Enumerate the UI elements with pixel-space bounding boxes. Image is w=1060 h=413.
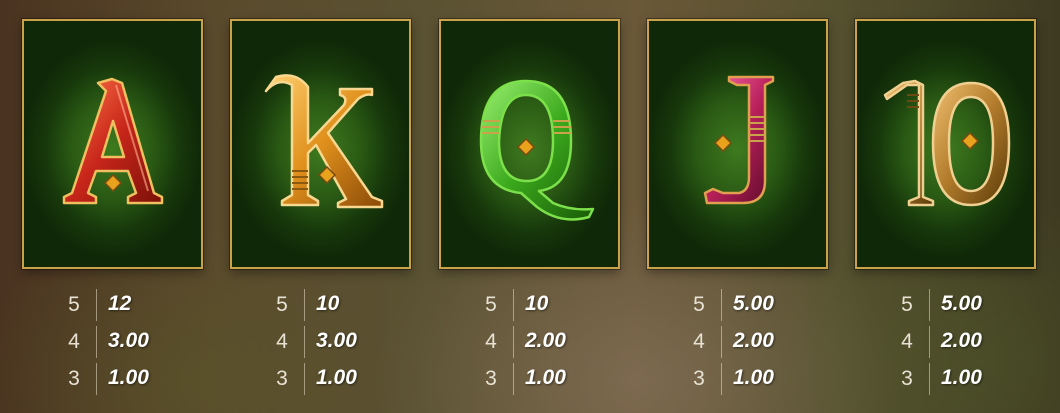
- paytable-a: 5 12 4 3.00 3 1.00: [22, 287, 203, 399]
- divider: [96, 289, 97, 321]
- symbol-count: 4: [276, 330, 288, 353]
- symbol-count: 3: [68, 367, 80, 390]
- payout-row: 3 1.00: [22, 361, 203, 398]
- payout-value: 3.00: [316, 329, 357, 352]
- symbol-card-q: [439, 19, 620, 269]
- symbol-count: 3: [901, 367, 913, 390]
- paytable-q: 5 10 4 2.00 3 1.00: [439, 287, 620, 399]
- paytable-k: 5 10 4 3.00 3 1.00: [230, 287, 411, 399]
- payout-value: 10: [525, 292, 549, 315]
- payout-row: 3 1.00: [855, 361, 1036, 398]
- symbol-count: 4: [485, 330, 497, 353]
- symbol-count: 5: [693, 293, 705, 316]
- symbol-count: 5: [68, 293, 80, 316]
- payout-row: 3 1.00: [230, 361, 411, 398]
- payout-row: 5 12: [22, 287, 203, 324]
- payout-value: 2.00: [525, 329, 566, 352]
- payout-row: 4 2.00: [855, 324, 1036, 361]
- divider: [513, 363, 514, 395]
- payout-value: 2.00: [941, 329, 982, 352]
- payout-row: 5 5.00: [647, 287, 828, 324]
- letter-q-icon: [479, 79, 595, 221]
- symbol-count: 3: [693, 367, 705, 390]
- divider: [96, 326, 97, 358]
- payout-value: 3.00: [108, 329, 149, 352]
- divider: [304, 326, 305, 358]
- payout-row: 5 5.00: [855, 287, 1036, 324]
- payout-row: 5 10: [230, 287, 411, 324]
- payout-row: 3 1.00: [439, 361, 620, 398]
- symbol-count: 4: [693, 330, 705, 353]
- divider: [721, 363, 722, 395]
- payout-row: 3 1.00: [647, 361, 828, 398]
- payout-value: 2.00: [733, 329, 774, 352]
- payout-value: 5.00: [733, 292, 774, 315]
- letter-j-icon: [703, 75, 775, 205]
- symbol-count: 3: [485, 367, 497, 390]
- payout-value: 1.00: [108, 366, 149, 389]
- divider: [96, 363, 97, 395]
- payout-value: 10: [316, 292, 340, 315]
- symbol-card-10: [855, 19, 1036, 269]
- payout-row: 4 3.00: [230, 324, 411, 361]
- symbol-card-k: [230, 19, 411, 269]
- payout-value: 1.00: [733, 366, 774, 389]
- divider: [304, 363, 305, 395]
- payout-row: 4 2.00: [439, 324, 620, 361]
- divider: [304, 289, 305, 321]
- payout-row: 4 3.00: [22, 324, 203, 361]
- divider: [929, 289, 930, 321]
- symbol-count: 4: [901, 330, 913, 353]
- symbol-count: 5: [276, 293, 288, 316]
- divider: [929, 363, 930, 395]
- number-10-icon: [883, 79, 1011, 207]
- paytable-10: 5 5.00 4 2.00 3 1.00: [855, 287, 1036, 399]
- divider: [513, 289, 514, 321]
- symbol-count: 3: [276, 367, 288, 390]
- payout-value: 1.00: [316, 366, 357, 389]
- payout-row: 5 10: [439, 287, 620, 324]
- payout-value: 12: [108, 292, 132, 315]
- payout-value: 1.00: [941, 366, 982, 389]
- symbol-count: 4: [68, 330, 80, 353]
- payout-value: 5.00: [941, 292, 982, 315]
- letter-k-icon: [264, 74, 384, 209]
- payout-row: 4 2.00: [647, 324, 828, 361]
- divider: [721, 289, 722, 321]
- paytable-j: 5 5.00 4 2.00 3 1.00: [647, 287, 828, 399]
- divider: [513, 326, 514, 358]
- symbol-card-j: [647, 19, 828, 269]
- symbol-card-a: [22, 19, 203, 269]
- symbol-count: 5: [901, 293, 913, 316]
- payout-value: 1.00: [525, 366, 566, 389]
- letter-a-icon: [62, 77, 164, 205]
- divider: [929, 326, 930, 358]
- symbol-count: 5: [485, 293, 497, 316]
- divider: [721, 326, 722, 358]
